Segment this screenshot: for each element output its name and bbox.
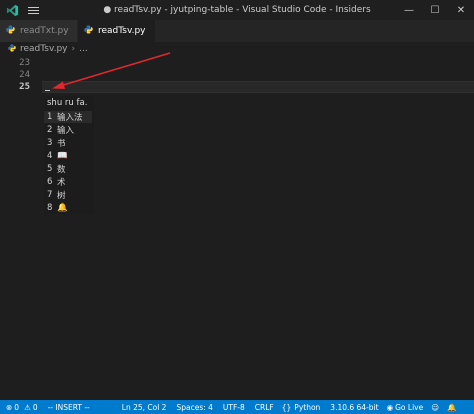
ime-candidate[interactable]: 2 输入 bbox=[44, 124, 92, 136]
broadcast-icon: ◉ bbox=[386, 402, 394, 412]
ime-candidate[interactable]: 8 🔔 bbox=[44, 202, 92, 214]
bell-emoji-icon: 🔔 bbox=[57, 203, 68, 213]
indentation[interactable]: Spaces: 4 bbox=[176, 400, 212, 414]
python-interpreter[interactable]: 3.10.6 64-bit bbox=[330, 400, 378, 414]
ime-candidate[interactable]: 6 术 bbox=[44, 176, 92, 188]
vim-mode: -- INSERT -- bbox=[47, 402, 90, 412]
line-ending[interactable]: CRLF bbox=[255, 400, 274, 414]
book-emoji-icon: 📖 bbox=[57, 151, 68, 161]
language-mode[interactable]: {} Python bbox=[282, 400, 321, 414]
cursor-position[interactable]: Ln 25, Col 2 bbox=[122, 400, 167, 414]
notifications-bell-icon[interactable]: 🔔 bbox=[447, 400, 456, 414]
problems-indicator[interactable]: ⊗ 0 ⚠ 0 bbox=[6, 400, 38, 414]
go-live-button[interactable]: ◉ Go Live bbox=[387, 400, 424, 414]
ime-candidate[interactable]: 5 数 bbox=[44, 163, 92, 175]
warning-icon: ⚠ bbox=[24, 402, 31, 412]
status-bar: ⊗ 0 ⚠ 0 -- INSERT -- Ln 25, Col 2 Spaces… bbox=[0, 400, 474, 414]
ime-candidate[interactable]: 3 书 bbox=[44, 137, 92, 149]
ime-composition-text: shu ru fa. bbox=[47, 98, 88, 108]
ime-candidate[interactable]: 4 📖 bbox=[44, 150, 92, 162]
ime-candidate[interactable]: 1 输入法 bbox=[44, 111, 92, 123]
braces-icon: {} bbox=[281, 402, 292, 412]
feedback-icon[interactable]: ☺ bbox=[431, 400, 439, 414]
ime-candidate[interactable]: 7 树 bbox=[44, 189, 92, 201]
error-icon: ⊗ bbox=[6, 402, 13, 412]
encoding[interactable]: UTF-8 bbox=[223, 400, 245, 414]
